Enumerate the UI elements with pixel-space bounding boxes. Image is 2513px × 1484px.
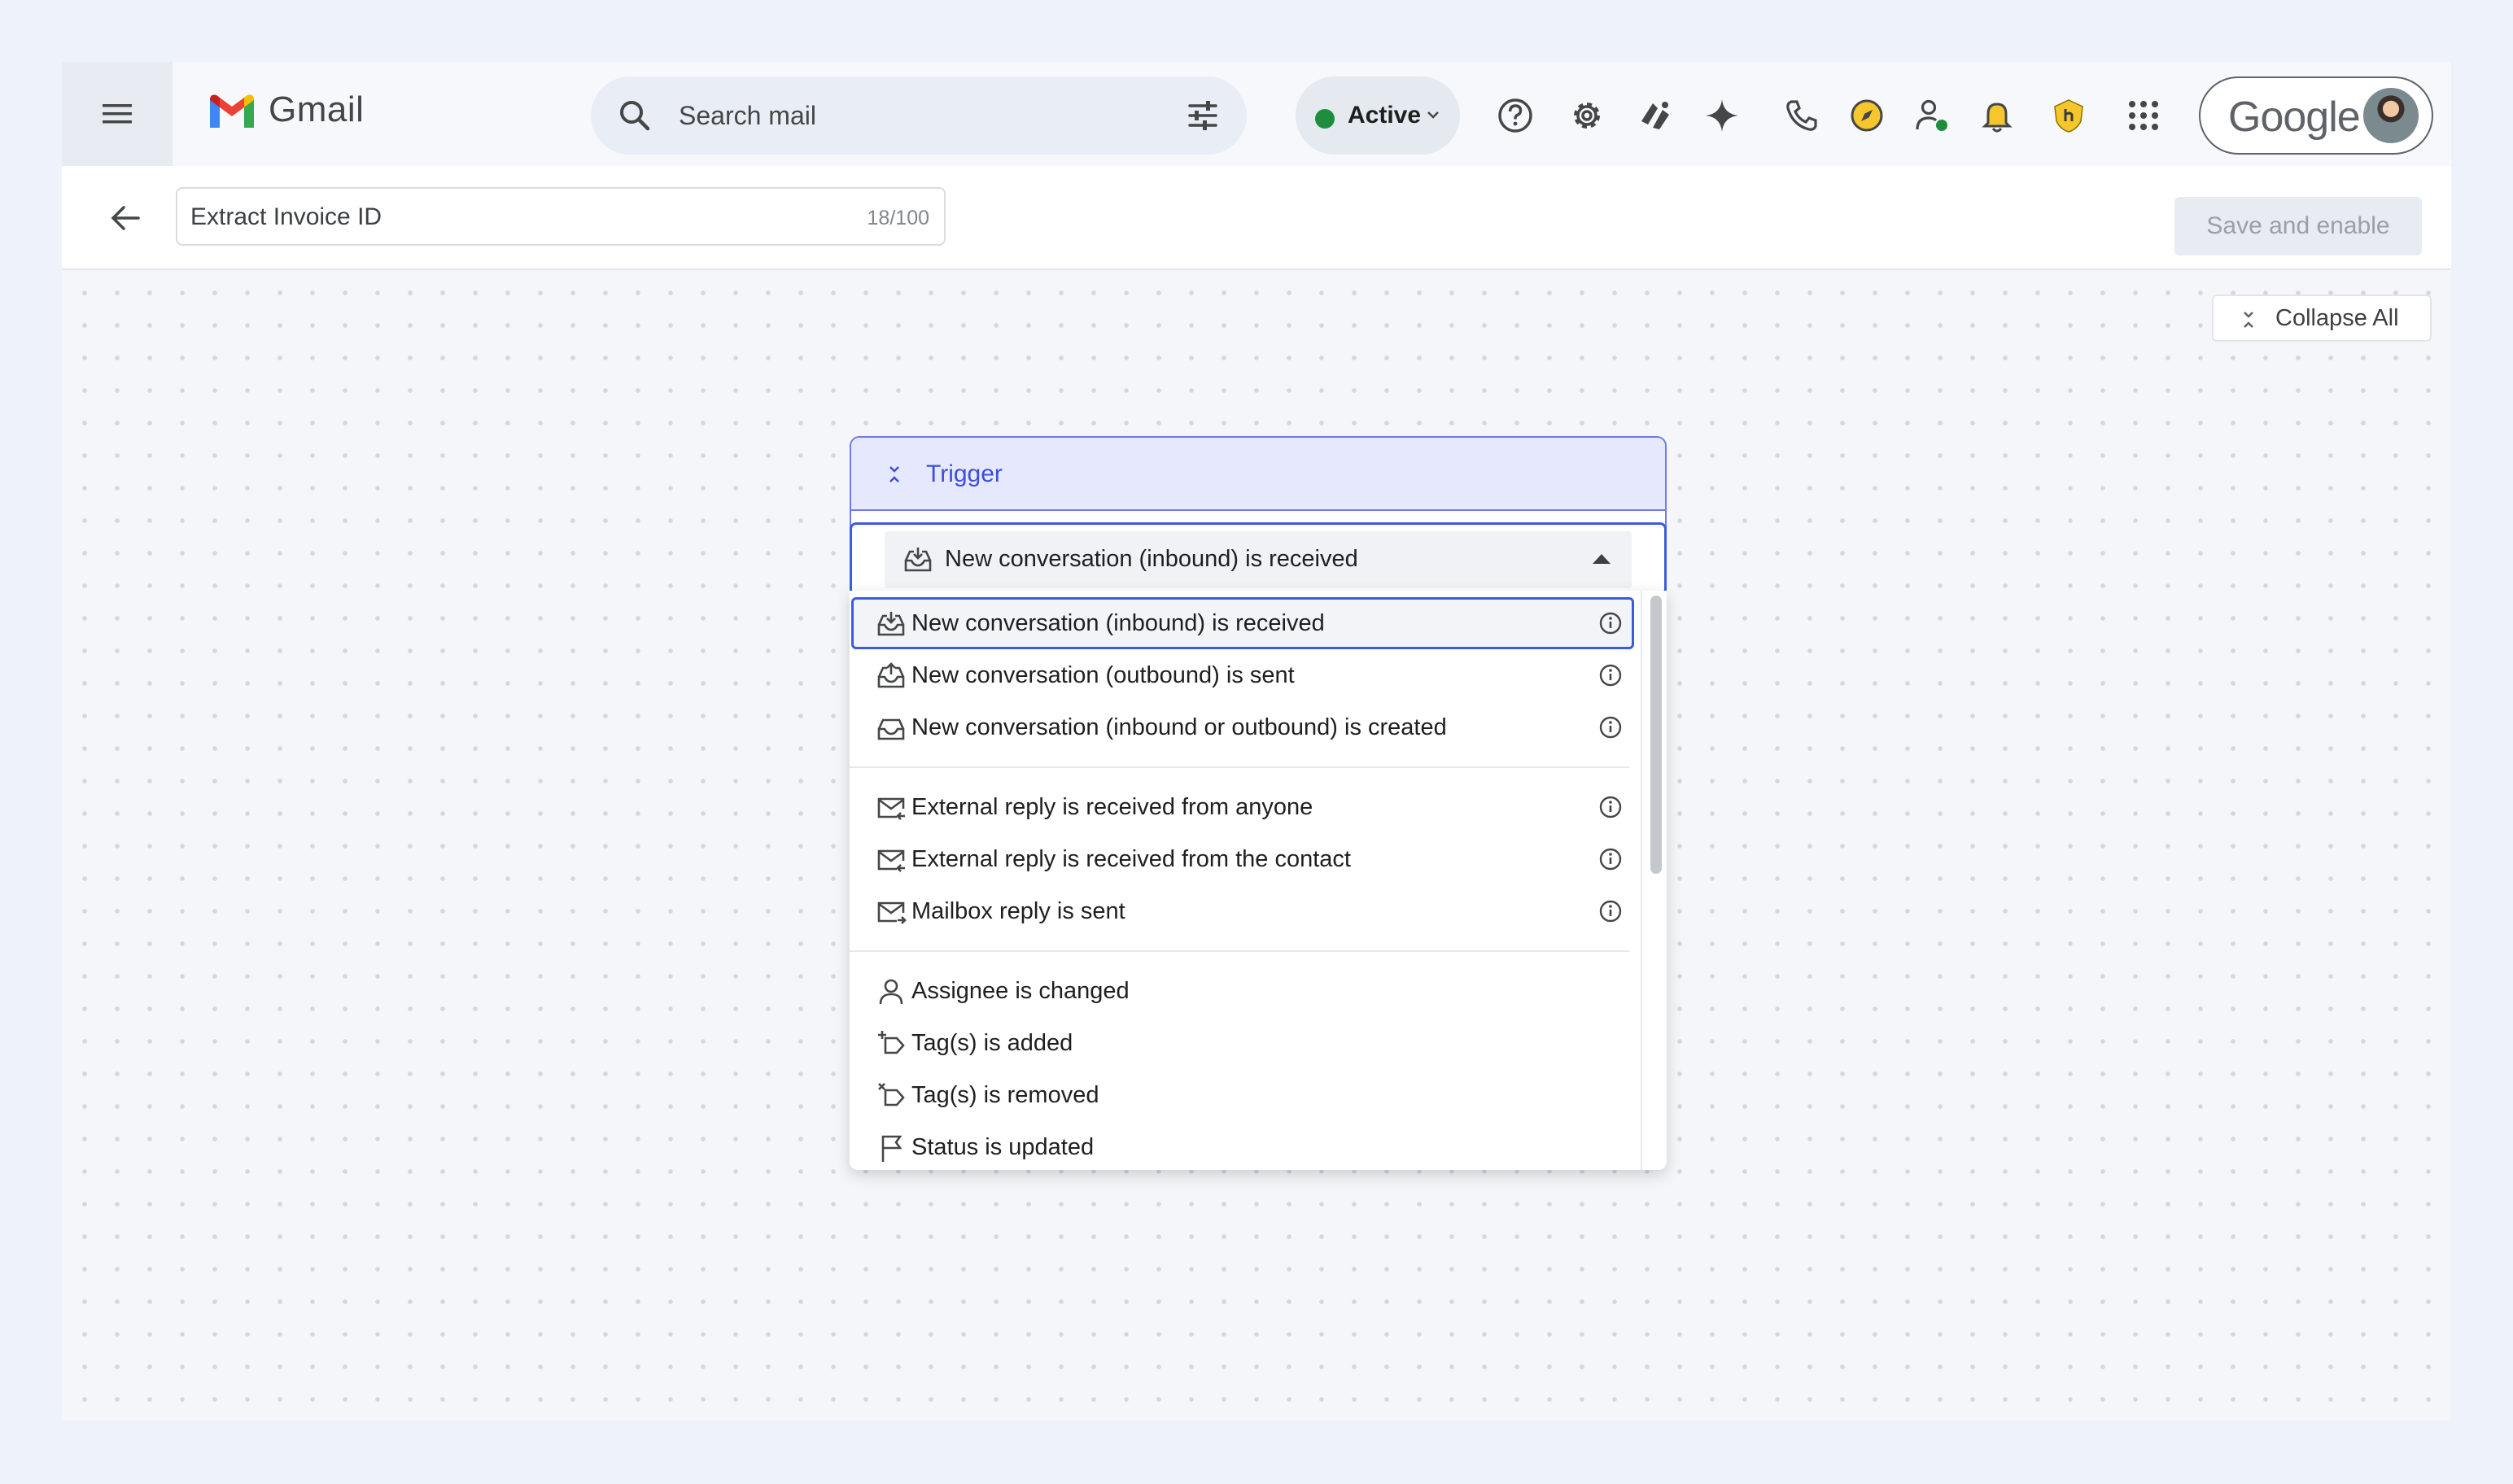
collapse-all-button[interactable]: Collapse All xyxy=(2212,295,2432,342)
trigger-option[interactable]: Status is updated xyxy=(851,1121,1634,1170)
extension-icon[interactable] xyxy=(1636,96,1675,135)
info-icon[interactable] xyxy=(1598,611,1623,635)
shield-extension-icon[interactable] xyxy=(2049,96,2088,135)
trigger-option-label: External reply is received from the cont… xyxy=(911,846,1351,872)
status-label: Active xyxy=(1348,102,1422,129)
settings-icon[interactable] xyxy=(1567,96,1606,135)
status-selector[interactable]: Active xyxy=(1296,76,1460,155)
bell-icon[interactable] xyxy=(1978,96,2017,135)
hamburger-menu-icon xyxy=(103,104,132,124)
trigger-option-label: External reply is received from anyone xyxy=(911,794,1313,820)
trigger-option-label: New conversation (inbound) is received xyxy=(911,610,1325,636)
trigger-option[interactable]: External reply is received from anyone xyxy=(851,781,1634,833)
character-counter: 18/100 xyxy=(867,207,929,229)
trigger-option-label: Mailbox reply is sent xyxy=(911,898,1125,924)
collapse-icon xyxy=(889,466,899,482)
trigger-option[interactable]: Tag(s) is added xyxy=(851,1017,1634,1069)
workflow-name-value[interactable]: Extract Invoice ID xyxy=(190,203,382,231)
main-menu-button[interactable] xyxy=(62,62,173,166)
workflow-header: Extract Invoice ID 18/100 Save and enabl… xyxy=(62,166,2451,270)
back-arrow-icon[interactable] xyxy=(107,200,143,236)
compass-icon[interactable] xyxy=(1847,96,1886,135)
inbox-in-icon xyxy=(877,612,905,636)
inbox-out-icon xyxy=(877,662,905,688)
mail-reply-out-icon xyxy=(877,901,907,924)
option-group-divider xyxy=(850,766,1629,768)
person-icon xyxy=(879,979,903,1005)
info-icon[interactable] xyxy=(1598,847,1623,871)
gmail-top-bar: Gmail Search mail Active Google xyxy=(62,62,2451,166)
trigger-option[interactable]: New conversation (inbound or outbound) i… xyxy=(851,701,1634,753)
trigger-option[interactable]: Mailbox reply is sent xyxy=(851,885,1634,937)
avatar[interactable] xyxy=(2363,88,2419,143)
tag-remove-icon xyxy=(878,1083,905,1106)
apps-grid-icon[interactable] xyxy=(2124,96,2163,135)
google-account-button[interactable]: Google xyxy=(2199,76,2433,155)
contact-status-icon[interactable] xyxy=(1912,96,1951,135)
phone-icon[interactable] xyxy=(1782,96,1821,135)
status-dot xyxy=(1315,109,1335,129)
search-input[interactable]: Search mail xyxy=(679,101,816,131)
save-and-enable-button[interactable]: Save and enable xyxy=(2174,197,2422,255)
trigger-option-label: Assignee is changed xyxy=(911,978,1130,1004)
flag-icon xyxy=(881,1135,902,1162)
trigger-option[interactable]: New conversation (outbound) is sent xyxy=(851,649,1634,701)
trigger-options-dropdown[interactable]: New conversation (inbound) is received N… xyxy=(850,591,1667,1170)
trigger-option[interactable]: New conversation (inbound) is received xyxy=(851,597,1634,649)
tag-add-icon xyxy=(878,1031,905,1054)
trigger-select[interactable]: New conversation (inbound) is received xyxy=(850,522,1667,596)
collapse-icon xyxy=(2244,312,2253,328)
trigger-option-label: Status is updated xyxy=(911,1134,1095,1160)
dropdown-scrollbar-thumb[interactable] xyxy=(1650,596,1662,874)
inbox-in-icon xyxy=(904,548,932,572)
app-frame: Gmail Search mail Active Google Extract … xyxy=(62,62,2451,1421)
gmail-m-icon xyxy=(210,94,254,128)
trigger-option[interactable]: External reply is received from the cont… xyxy=(851,833,1634,885)
gmail-wordmark: Gmail xyxy=(269,89,365,129)
trigger-option[interactable]: Tag(s) is removed xyxy=(851,1069,1634,1121)
workflow-name-field[interactable]: Extract Invoice ID 18/100 xyxy=(176,187,946,246)
google-wordmark: Google xyxy=(2228,94,2361,141)
gmail-logo[interactable]: Gmail xyxy=(207,89,364,130)
chevron-down-icon xyxy=(1427,111,1439,119)
trigger-selected-value: New conversation (inbound) is received xyxy=(945,546,1358,572)
option-group-divider xyxy=(850,950,1629,952)
info-icon[interactable] xyxy=(1598,663,1623,687)
mail-reply-in-icon xyxy=(877,797,905,820)
workflow-canvas[interactable]: Collapse All Trigger New conversation (i… xyxy=(62,270,2451,1421)
info-icon[interactable] xyxy=(1598,795,1623,819)
trigger-option-label: New conversation (outbound) is sent xyxy=(911,662,1295,688)
mail-reply-in-icon xyxy=(877,849,905,872)
gemini-sparkle-icon[interactable] xyxy=(1702,96,1742,135)
search-bar[interactable]: Search mail xyxy=(591,76,1247,155)
dropdown-scrollbar-track[interactable] xyxy=(1641,591,1642,1170)
search-options-icon[interactable] xyxy=(1183,96,1222,135)
trigger-title: Trigger xyxy=(926,460,1003,487)
info-icon[interactable] xyxy=(1598,899,1623,923)
trigger-option-label: Tag(s) is added xyxy=(911,1030,1073,1056)
help-icon[interactable] xyxy=(1496,96,1535,135)
trigger-option-label: New conversation (inbound or outbound) i… xyxy=(911,714,1447,740)
inbox-icon xyxy=(877,718,905,740)
search-icon[interactable] xyxy=(615,96,654,135)
trigger-option-label: Tag(s) is removed xyxy=(911,1082,1099,1108)
trigger-option[interactable]: Assignee is changed xyxy=(851,965,1634,1017)
caret-up-icon[interactable] xyxy=(1593,554,1611,564)
trigger-header[interactable]: Trigger xyxy=(851,438,1665,511)
trigger-select-inner[interactable]: New conversation (inbound) is received xyxy=(885,531,1632,588)
info-icon[interactable] xyxy=(1598,715,1623,740)
collapse-all-label: Collapse All xyxy=(2275,304,2399,331)
